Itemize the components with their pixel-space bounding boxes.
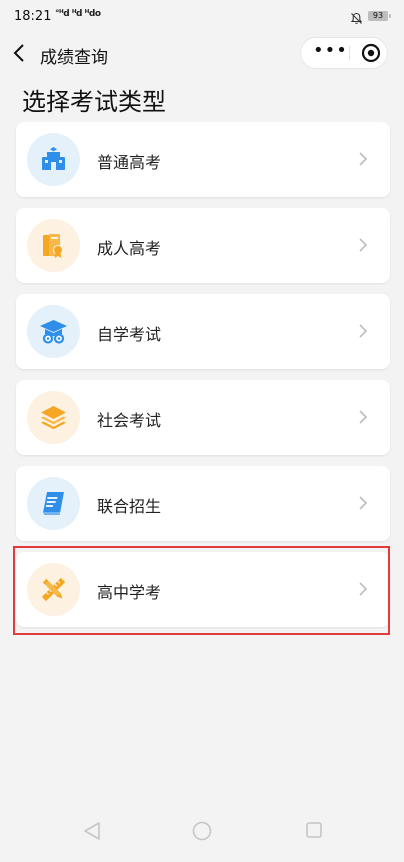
exam-type-item[interactable]: 普通高考	[16, 122, 390, 197]
exam-type-item[interactable]: 成人高考	[16, 208, 390, 283]
icon-container	[27, 219, 80, 272]
miniprogram-capsule: •••	[300, 37, 388, 69]
chevron-right-icon	[359, 410, 368, 424]
icon-container	[27, 477, 80, 530]
exam-type-label: 自学考试	[97, 325, 162, 344]
capsule-divider	[349, 46, 350, 60]
exam-type-label: 普通高考	[97, 153, 162, 172]
exam-type-item[interactable]: 自学考试	[16, 294, 390, 369]
icon-container	[27, 305, 80, 358]
school-building-icon	[42, 147, 65, 170]
title-bar: 成绩查询 •••	[0, 32, 404, 76]
back-triangle-icon[interactable]	[83, 821, 101, 841]
page-title: 成绩查询	[40, 48, 108, 68]
icon-container	[27, 133, 80, 186]
chevron-right-icon	[359, 238, 368, 252]
close-target-icon[interactable]	[361, 43, 381, 63]
more-menu-button[interactable]: •••	[313, 38, 347, 68]
home-circle-icon[interactable]	[192, 821, 212, 841]
layers-stack-icon	[41, 406, 66, 430]
system-nav-bar	[0, 805, 404, 862]
chevron-right-icon	[359, 152, 368, 166]
battery-icon: 93	[368, 11, 391, 21]
icon-container	[27, 391, 80, 444]
mute-bell-icon	[350, 10, 363, 29]
signal-indicators: °ᴴd ᴴd ᴴdo	[55, 9, 101, 19]
exam-type-label: 联合招生	[97, 497, 162, 516]
chevron-right-icon	[359, 496, 368, 510]
selection-highlight	[13, 546, 390, 635]
section-heading: 选择考试类型	[22, 88, 166, 116]
books-certificate-icon	[43, 234, 63, 258]
exam-type-label: 社会考试	[97, 411, 162, 430]
recents-square-icon[interactable]	[305, 821, 323, 839]
back-arrow-icon[interactable]	[12, 43, 28, 63]
status-bar: 18:21 °ᴴd ᴴd ᴴdo 93	[0, 0, 404, 32]
graduation-cap-icon	[40, 320, 67, 344]
chevron-right-icon	[359, 324, 368, 338]
status-time: 18:21	[14, 9, 52, 24]
document-scroll-icon	[41, 492, 64, 516]
exam-type-item[interactable]: 社会考试	[16, 380, 390, 455]
exam-type-label: 成人高考	[97, 239, 162, 258]
exam-type-item[interactable]: 联合招生	[16, 466, 390, 541]
